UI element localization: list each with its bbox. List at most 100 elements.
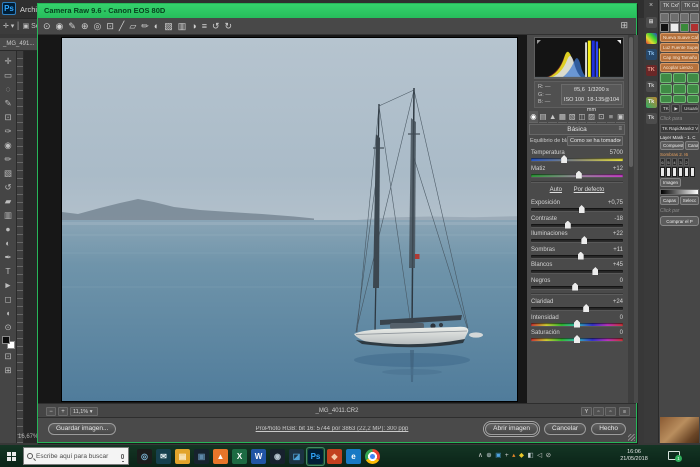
tk-button-cap-img-taman-o[interactable]: Cap Img Tamaño [660,53,699,62]
move-tool[interactable]: ✛ [1,54,16,68]
hsl-panel-tab[interactable]: ▦ [558,111,567,123]
slider-track-sombras[interactable] [531,255,623,258]
tk-buy-button[interactable]: Comprar el P [660,216,699,226]
tk-button-nueva-suave-cal-t[interactable]: Nueva Suave Cal T [660,33,699,42]
history-brush-tool[interactable]: ↺ [1,180,16,194]
swap-views-button[interactable]: ▫ [605,407,616,416]
tk-green-button[interactable] [660,95,672,103]
tk-actions-icon-5[interactable]: Tk [646,113,657,124]
hand-tool[interactable]: ◉ [56,19,64,34]
transform-tool[interactable]: ▱ [129,19,136,34]
basic-panel-tab[interactable]: ◉ [529,111,538,123]
tk-button-capas[interactable]: Capas [660,196,679,205]
tk-button-cana[interactable]: Cana [685,141,699,150]
crop-tool[interactable]: ⊡ [106,19,114,34]
clone-stamp-tool[interactable]: ▧ [1,166,16,180]
document-zoom-level[interactable]: 16,67% [18,434,38,440]
taskbar-app-edge[interactable]: e [345,448,362,465]
taskbar-app-cortana[interactable]: ◎ [136,448,153,465]
color-sampler-tool[interactable]: ⊕ [81,19,89,34]
bluetooth-icon[interactable]: ⊕ [486,453,491,460]
panel-close-icon[interactable]: × [644,0,658,12]
tk-green-button[interactable] [687,73,699,83]
taskbar-app-mail[interactable]: ✉ [155,448,172,465]
resize-grip[interactable] [628,434,635,441]
eyedropper-tool[interactable]: ✑ [1,124,16,138]
tk-file-button[interactable] [690,13,699,22]
color-panel-icon[interactable] [646,33,657,44]
tk-paint-button[interactable] [690,23,699,32]
tk-button-luz-fuente-super-l[interactable]: Luz Fuente Super L [660,43,699,52]
straighten-tool[interactable]: ╱ [119,19,124,34]
tk-number-key[interactable]: 6 [660,158,665,166]
tk-actions-icon-1[interactable]: Tk [646,49,657,60]
detail-panel-tab[interactable]: ▲ [548,111,557,123]
slider-track-saturacio-n[interactable] [531,338,623,341]
shape-tool[interactable]: ◻ [1,292,16,306]
cancel-button[interactable]: Cancelar [544,423,586,435]
slider-track-intensidad[interactable] [531,323,623,326]
tk-button-compuesto[interactable]: Compuesto [660,141,684,150]
fullscreen-toggle-icon[interactable]: ⊞ [620,20,628,31]
taskbar-clock[interactable]: 16:06 21/05/2018 [612,449,656,463]
auto-link[interactable]: Auto [550,187,562,193]
taskbar-app-file-explorer[interactable]: ▤ [174,448,191,465]
tone-curve-panel-tab[interactable]: ▤ [539,111,548,123]
tk-user-button[interactable]: Usuario [681,104,699,113]
tk-piano-key[interactable] [684,167,689,177]
presets-panel-tab[interactable]: ≡ [607,111,616,123]
rotate-left-button[interactable]: ↺ [212,19,220,34]
dialog-titlebar[interactable]: Camera Raw 9.6 - Canon EOS 80D [38,4,636,18]
taskbar-app-photos[interactable]: ▣ [193,448,210,465]
dodge-tool[interactable]: ◐ [1,236,16,250]
slider-track-exposicio-n[interactable] [531,208,623,211]
done-button[interactable]: Hecho [591,423,626,435]
hand-tool[interactable]: ◖ [1,306,16,320]
tk-actions-icon-4[interactable]: Tk [646,97,657,108]
type-tool[interactable]: T [1,264,16,278]
before-after-button[interactable]: ▫ [593,407,604,416]
red-eye-tool[interactable]: ◐ [154,19,159,34]
defender-icon[interactable]: ◆ [519,453,524,460]
slider-track-temperatura[interactable] [531,158,623,161]
person-icon[interactable]: ∧ [478,453,483,460]
eraser-tool[interactable]: ▰ [1,194,16,208]
tk-number-key[interactable]: 2 [684,158,689,166]
screen-mode-button[interactable]: ⊞ [1,363,16,377]
search-box[interactable]: Escribe aquí para buscar [23,447,129,465]
slider-track-matiz[interactable] [531,174,623,177]
cross-icon[interactable]: + [505,453,509,460]
zoom-level-dropdown[interactable]: 11,1% ▾ [70,407,98,416]
panel-scrollbar[interactable] [628,35,634,403]
split-toning-panel-tab[interactable]: ▧ [568,111,577,123]
onedrive-icon[interactable]: ▣ [495,453,501,460]
antenna-icon[interactable]: ⊘ [546,453,551,460]
taskbar-app-chrome[interactable] [364,448,381,465]
path-selection-tool[interactable]: ► [1,278,16,292]
default-link[interactable]: Por defecto [574,187,605,193]
tk-piano-key[interactable] [660,167,665,177]
marquee-tool[interactable]: ▭ [1,68,16,82]
quick-selection-tool[interactable]: ✎ [1,96,16,110]
tk-actions-icon-2[interactable]: TK [646,65,657,76]
taskbar-app-app-orange[interactable]: ◆ [326,448,343,465]
slider-track-negros[interactable] [531,286,623,289]
zoom-out-button[interactable]: − [46,407,56,416]
tk-file-button[interactable] [660,13,669,22]
save-image-button[interactable]: Guardar imagen... [48,423,116,435]
view-settings-button[interactable]: ≡ [619,407,630,416]
tk-number-key[interactable]: 3 [678,158,683,166]
tk-tab-2[interactable]: TK Cam [681,1,699,11]
tk-number-key[interactable]: 5 [666,158,671,166]
taskbar-app-steam[interactable]: ◉ [269,448,286,465]
taskbar-app-vlc[interactable]: ▲ [212,448,229,465]
preview-toggle-button[interactable]: Y [581,407,592,416]
quick-mask-button[interactable]: ⊡ [1,349,16,363]
document-tab[interactable]: _MG_491... [0,38,37,51]
tk-green-button[interactable] [687,95,699,103]
tk-paint-button[interactable] [670,23,679,32]
tk-green-button[interactable] [687,84,699,94]
shadow-clipping-icon[interactable] [537,40,541,44]
tk-paint-button[interactable] [660,23,669,32]
spot-removal-tool[interactable]: ✏ [141,19,149,34]
